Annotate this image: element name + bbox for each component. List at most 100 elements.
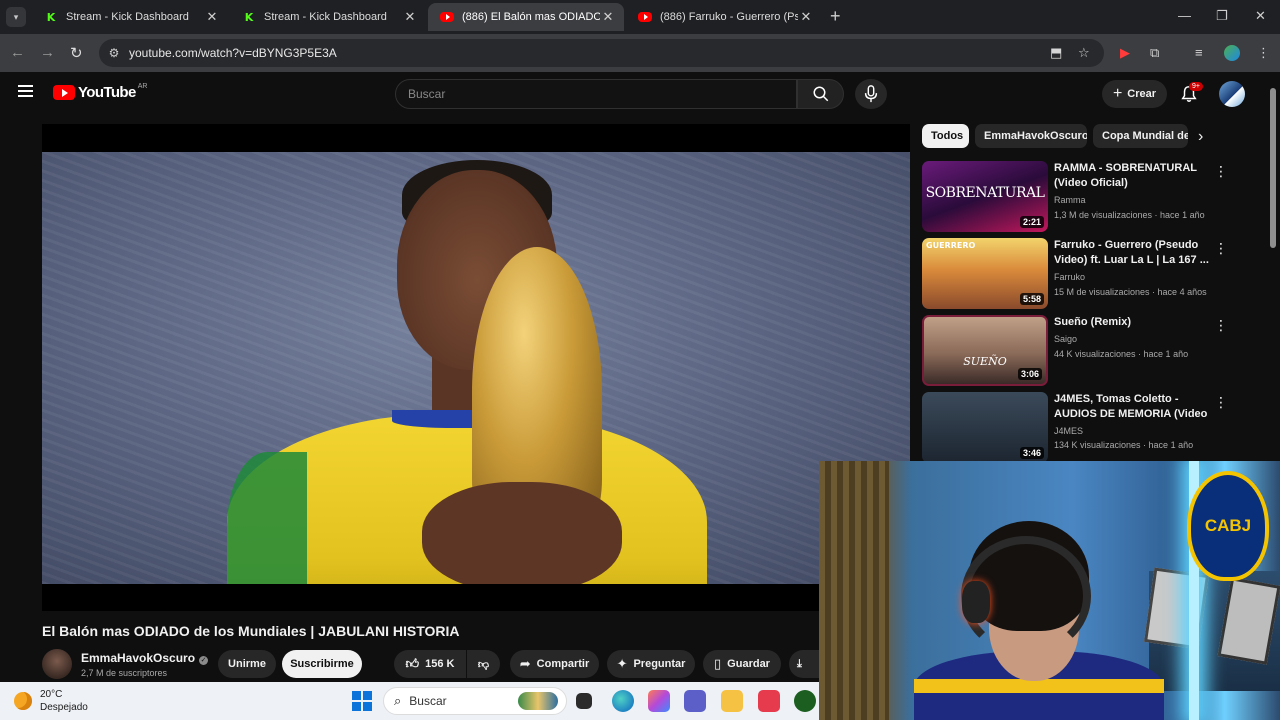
temperature: 20°C — [40, 689, 63, 700]
media-controls-icon[interactable]: ≡ — [1195, 45, 1203, 60]
video-player[interactable] — [42, 124, 910, 611]
calendar-app-icon[interactable] — [758, 690, 780, 712]
bookmark-star-icon[interactable]: ☆ — [1078, 45, 1090, 61]
close-tab-icon[interactable]: ✕ — [204, 9, 220, 25]
more-options-icon[interactable]: ⋮ — [1214, 163, 1228, 180]
recommendation-channel[interactable]: Ramma — [1054, 195, 1086, 205]
voice-search-button[interactable] — [855, 79, 887, 109]
install-app-icon[interactable]: ⬒ — [1050, 45, 1062, 61]
dislike-button[interactable]: 👎︎ — [467, 650, 500, 678]
close-tab-icon[interactable]: ✕ — [798, 9, 814, 25]
recommendation-title[interactable]: Farruko - Guerrero (Pseudo Video) ft. Lu… — [1054, 238, 1214, 268]
video-thumbnail[interactable]: 3:46 — [922, 392, 1048, 463]
chip-label: Todos — [931, 130, 964, 142]
tab-kick-2[interactable]: K Stream - Kick Dashboard ✕ — [230, 3, 426, 31]
thumbs-up-icon: 👍︎ — [405, 656, 420, 671]
close-tab-icon[interactable]: ✕ — [600, 9, 616, 25]
close-tab-icon[interactable]: ✕ — [402, 9, 418, 25]
join-label: Unirme — [228, 658, 266, 670]
search-input[interactable] — [396, 80, 796, 108]
video-thumbnail[interactable]: GUERRERO 5:58 — [922, 238, 1048, 309]
edge-browser-icon[interactable] — [612, 690, 634, 712]
file-explorer-icon[interactable] — [721, 690, 743, 712]
site-settings-icon[interactable]: ⚙ — [99, 46, 129, 60]
recommendation-channel[interactable]: J4MES — [1054, 426, 1083, 436]
join-button[interactable]: Unirme — [218, 650, 276, 678]
menu-icon[interactable] — [18, 85, 33, 97]
extensions-icon[interactable]: ⧉ — [1150, 45, 1159, 61]
more-options-icon[interactable]: ⋮ — [1214, 240, 1228, 257]
duration-badge: 3:06 — [1017, 368, 1042, 380]
thumbs-down-icon: 👎︎ — [477, 658, 490, 671]
tab-search-button[interactable]: ▾ — [6, 7, 26, 27]
recommendation-meta: 1,3 M de visualizaciones · hace 1 año — [1054, 210, 1205, 220]
profile-avatar[interactable] — [1224, 45, 1240, 61]
close-window-icon[interactable]: ✕ — [1255, 8, 1266, 24]
restore-icon[interactable]: ❐ — [1216, 8, 1228, 24]
youtube-icon — [638, 12, 652, 22]
search-button[interactable] — [797, 79, 844, 109]
address-bar[interactable]: ⚙ youtube.com/watch?v=dBYNG3P5E3A — [99, 39, 1104, 67]
channel-avatar[interactable] — [42, 649, 72, 679]
download-button[interactable]: ⤓ — [789, 650, 819, 678]
tab-youtube-active[interactable]: (886) El Balón mas ODIADO de los Mundial… — [428, 3, 624, 31]
weather-sun-icon — [14, 692, 32, 710]
copilot-icon[interactable] — [648, 690, 670, 712]
page-scrollbar[interactable] — [1270, 88, 1276, 248]
notifications-button[interactable]: 9+ — [1180, 82, 1203, 108]
channel-name: EmmaHavokOscuro — [81, 651, 196, 665]
forward-icon[interactable]: → — [40, 44, 55, 61]
teams-icon[interactable] — [684, 690, 706, 712]
ask-button[interactable]: ✦ Preguntar — [607, 650, 695, 678]
weather-condition: Despejado — [40, 702, 88, 713]
minimize-icon[interactable]: — — [1178, 8, 1191, 23]
extension-youtube-icon[interactable]: ▶ — [1120, 45, 1130, 61]
new-tab-button[interactable]: + — [830, 6, 841, 27]
verified-icon: ✓ — [199, 656, 209, 665]
back-icon[interactable]: ← — [10, 44, 25, 61]
photo-frame — [1144, 567, 1209, 650]
tab-kick-1[interactable]: K Stream - Kick Dashboard ✕ — [32, 3, 228, 31]
share-button[interactable]: ➦ Compartir — [510, 650, 599, 678]
recommendation-title[interactable]: RAMMA - SOBRENATURAL (Video Oficial) — [1054, 161, 1214, 191]
recommendation-title[interactable]: J4MES, Tomas Coletto - AUDIOS DE MEMORIA… — [1054, 392, 1214, 422]
kick-icon: K — [46, 10, 56, 24]
taskbar-search[interactable]: ⌕ Buscar — [383, 687, 567, 715]
create-button[interactable]: + Crear — [1102, 80, 1167, 108]
task-view-icon[interactable] — [576, 693, 592, 709]
tab-youtube-farruko[interactable]: (886) Farruko - Guerrero (Pseudo Video) … — [626, 3, 822, 31]
start-windows-icon[interactable] — [352, 691, 372, 711]
reload-icon[interactable]: ↻ — [70, 44, 83, 62]
recommendation-item[interactable]: SOBRENATURAL 2:21 RAMMA - SOBRENATURAL (… — [922, 161, 1267, 233]
green-app-icon[interactable] — [794, 690, 816, 712]
more-options-icon[interactable]: ⋮ — [1214, 394, 1228, 411]
youtube-logo[interactable]: YouTube AR — [53, 83, 148, 101]
subscribe-button[interactable]: Suscribirme — [282, 650, 362, 678]
browser-menu-icon[interactable]: ⋮ — [1257, 45, 1270, 61]
more-options-icon[interactable]: ⋮ — [1214, 317, 1228, 334]
weather-widget[interactable]: 20°C Despejado — [14, 688, 88, 714]
chevron-right-icon[interactable]: › — [1198, 128, 1203, 146]
country-code: AR — [137, 83, 148, 90]
channel-name-link[interactable]: EmmaHavokOscuro ✓ — [81, 651, 209, 665]
windows-taskbar: 20°C Despejado ⌕ Buscar — [0, 682, 819, 720]
recommendation-item[interactable]: GUERRERO 5:58 Farruko - Guerrero (Pseudo… — [922, 238, 1267, 310]
save-button[interactable]: ▯ Guardar — [703, 650, 781, 678]
recommendation-channel[interactable]: Farruko — [1054, 272, 1085, 282]
video-thumbnail[interactable]: SUEÑO 3:06 — [922, 315, 1048, 386]
account-avatar[interactable] — [1219, 81, 1245, 107]
ask-label: Preguntar — [633, 658, 686, 670]
like-button[interactable]: 👍︎ 156 K — [394, 650, 466, 678]
video-frame — [42, 152, 910, 584]
share-label: Compartir — [536, 658, 590, 670]
recommendation-title[interactable]: Sueño (Remix) — [1054, 315, 1214, 330]
search-icon: ⌕ — [394, 693, 402, 708]
video-thumbnail[interactable]: SOBRENATURAL 2:21 — [922, 161, 1048, 232]
chip-world-cup[interactable]: Copa Mundial de — [1093, 124, 1188, 148]
chip-channel[interactable]: EmmaHavokOscuro — [975, 124, 1087, 148]
chip-all[interactable]: Todos — [922, 124, 969, 148]
recommendation-channel[interactable]: Saigo — [1054, 334, 1077, 344]
recommendation-item[interactable]: SUEÑO 3:06 Sueño (Remix) Saigo 44 K visu… — [922, 315, 1267, 387]
chip-label: EmmaHavokOscuro — [984, 130, 1087, 142]
recommendation-item[interactable]: 3:46 J4MES, Tomas Coletto - AUDIOS DE ME… — [922, 392, 1267, 464]
